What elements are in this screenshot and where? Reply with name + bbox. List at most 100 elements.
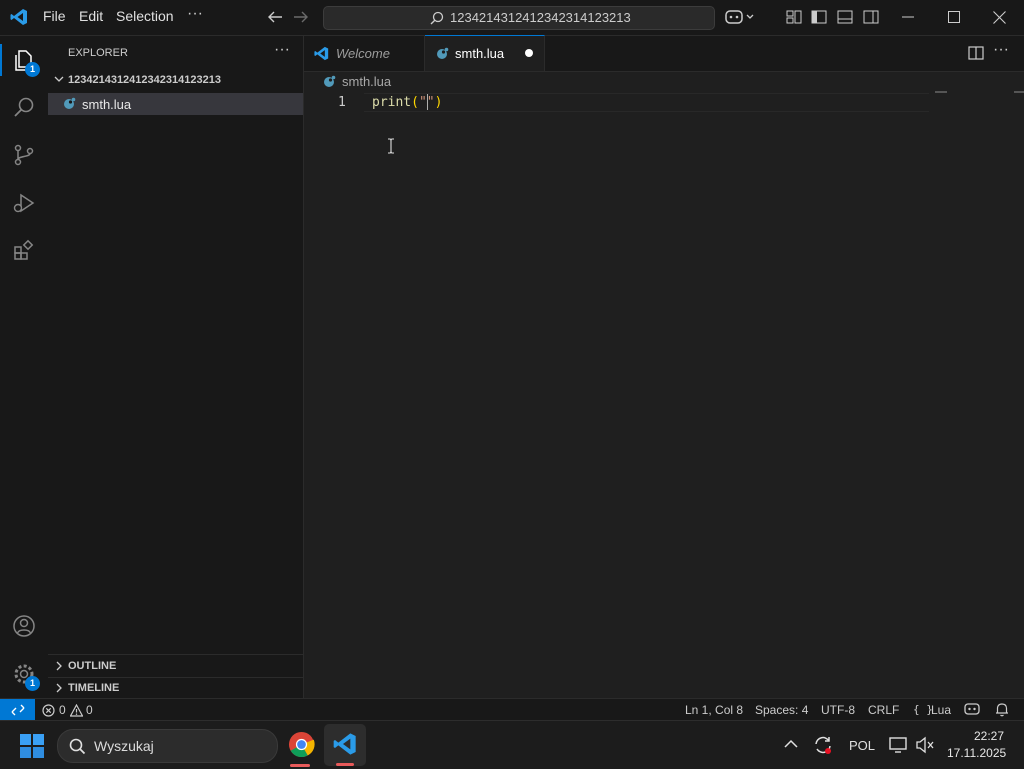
sync-icon[interactable]: [813, 735, 833, 755]
explorer-more-icon[interactable]: ···: [274, 41, 290, 59]
menu-edit[interactable]: Edit: [79, 8, 103, 24]
warning-count: 0: [86, 703, 93, 717]
command-center-search[interactable]: 12342143124123423141232​13: [323, 6, 715, 30]
unsaved-dot-icon[interactable]: [525, 49, 533, 57]
active-indicator: [0, 44, 2, 76]
vscode-running-indicator: [336, 763, 354, 766]
code-line[interactable]: print(""): [372, 95, 442, 110]
error-icon: [42, 704, 55, 717]
error-count: 0: [59, 703, 66, 717]
forward-arrow-icon[interactable]: [293, 10, 309, 24]
explorer-badge: 1: [25, 62, 40, 77]
input-language[interactable]: POL: [849, 738, 875, 753]
line-ending[interactable]: CRLF: [868, 703, 899, 717]
show-hidden-icons-chevron-icon[interactable]: [784, 739, 798, 749]
clock-date[interactable]: 17.11.2025: [947, 746, 1006, 760]
breadcrumb: smth.lua: [304, 71, 1024, 93]
menu-selection[interactable]: Selection: [116, 8, 174, 24]
toggle-panel-icon[interactable]: [837, 9, 853, 25]
toggle-secondary-sidebar-icon[interactable]: [863, 9, 879, 25]
outline-section-header[interactable]: OUTLINE: [48, 655, 303, 677]
settings-badge: 1: [25, 676, 40, 691]
network-display-icon[interactable]: [889, 736, 909, 754]
language-braces-icon[interactable]: { }: [913, 703, 933, 716]
windows-start-icon[interactable]: [20, 734, 44, 758]
split-editor-icon[interactable]: [968, 45, 984, 61]
encoding[interactable]: UTF-8: [821, 703, 855, 717]
code-close-paren: ): [434, 95, 443, 110]
remote-icon: [11, 703, 25, 717]
editor-tab-bar: Welcome smth.lua ···: [304, 35, 1024, 72]
scrollbar-marker: [1014, 91, 1024, 93]
cursor-position[interactable]: Ln 1, Col 8: [685, 703, 743, 717]
tab-smth-lua[interactable]: smth.lua: [425, 35, 545, 71]
windows-taskbar: Wyszukaj POL 22:27 17.11.2025: [0, 720, 1024, 769]
copilot-status-icon[interactable]: [964, 702, 980, 717]
warning-icon: [70, 704, 83, 717]
more-menu-icon[interactable]: ···: [187, 5, 203, 23]
clock-time[interactable]: 22:27: [974, 729, 1004, 743]
vscode-taskbar-icon: [333, 732, 357, 756]
close-window-icon[interactable]: [993, 11, 1006, 24]
current-line-highlight: [364, 93, 929, 112]
indentation[interactable]: Spaces: 4: [755, 703, 808, 717]
search-icon: [430, 11, 444, 25]
activity-bar: 1 1: [0, 36, 49, 698]
taskbar-search-box[interactable]: Wyszukaj: [57, 729, 278, 763]
vscode-tab-icon: [314, 46, 329, 61]
taskbar-search-placeholder: Wyszukaj: [94, 738, 154, 754]
toggle-primary-sidebar-icon[interactable]: [811, 9, 827, 25]
timeline-label: TIMELINE: [68, 682, 120, 694]
back-arrow-icon[interactable]: [267, 10, 283, 24]
folder-header[interactable]: 12342143124123423141232​13: [48, 71, 303, 93]
folder-name: 12342143124123423141232​13: [68, 74, 221, 86]
chevron-right-icon: [54, 661, 64, 671]
extensions-icon[interactable]: [12, 239, 36, 263]
breadcrumb-file[interactable]: smth.lua: [342, 74, 391, 89]
search-activity-icon[interactable]: [12, 95, 36, 119]
text-cursor: [427, 94, 428, 110]
file-name: smth.lua: [82, 97, 132, 112]
maximize-icon[interactable]: [948, 11, 960, 23]
notifications-bell-icon[interactable]: [995, 702, 1009, 717]
code-function: print: [372, 95, 412, 110]
account-icon[interactable]: [12, 614, 36, 638]
tab-label: smth.lua: [455, 46, 505, 61]
search-text: 12342143124123423141232​13: [450, 10, 631, 25]
menu-file[interactable]: File: [43, 8, 66, 24]
lua-file-icon: [63, 97, 76, 110]
chevron-right-icon: [54, 683, 64, 693]
explorer-icon[interactable]: 1: [12, 48, 40, 77]
source-control-icon[interactable]: [12, 143, 36, 167]
vscode-taskbar-button[interactable]: [324, 724, 366, 766]
copilot-icon[interactable]: [725, 8, 755, 26]
run-debug-icon[interactable]: [12, 191, 36, 215]
language-mode[interactable]: Lua: [931, 703, 951, 717]
taskbar-search-icon: [69, 738, 86, 755]
code-editor[interactable]: 1 print(""): [304, 91, 1024, 698]
customize-layout-icon[interactable]: [786, 9, 802, 25]
outline-label: OUTLINE: [68, 660, 117, 672]
text-select-cursor-icon: [387, 138, 395, 154]
remote-indicator[interactable]: [0, 699, 35, 721]
manage-gear-icon[interactable]: 1: [12, 662, 40, 691]
lua-file-icon: [323, 75, 336, 88]
explorer-sidebar: EXPLORER ··· 12342143124123423141232​13 …: [48, 36, 304, 698]
code-open-paren: (: [411, 95, 419, 110]
editor-more-icon[interactable]: ···: [993, 41, 1009, 59]
line-number: 1: [338, 95, 346, 110]
vscode-logo-icon: [10, 8, 28, 26]
chrome-icon[interactable]: [288, 731, 315, 758]
minimap-line: [935, 91, 947, 93]
file-item-smth-lua[interactable]: smth.lua: [48, 93, 303, 115]
volume-muted-icon[interactable]: [915, 736, 935, 754]
title-bar: File Edit Selection ··· 1234214312412342…: [0, 0, 1024, 36]
sidebar-title: EXPLORER: [68, 47, 128, 59]
status-bar: 0 0 Ln 1, Col 8 Spaces: 4 UTF-8 CRLF { }…: [0, 698, 1024, 721]
timeline-section-header[interactable]: TIMELINE: [48, 678, 303, 700]
tab-label: Welcome: [336, 46, 390, 61]
minimize-icon[interactable]: [902, 16, 914, 18]
lua-file-icon: [436, 47, 449, 60]
tab-welcome[interactable]: Welcome: [304, 36, 425, 71]
chrome-running-indicator: [290, 764, 310, 767]
